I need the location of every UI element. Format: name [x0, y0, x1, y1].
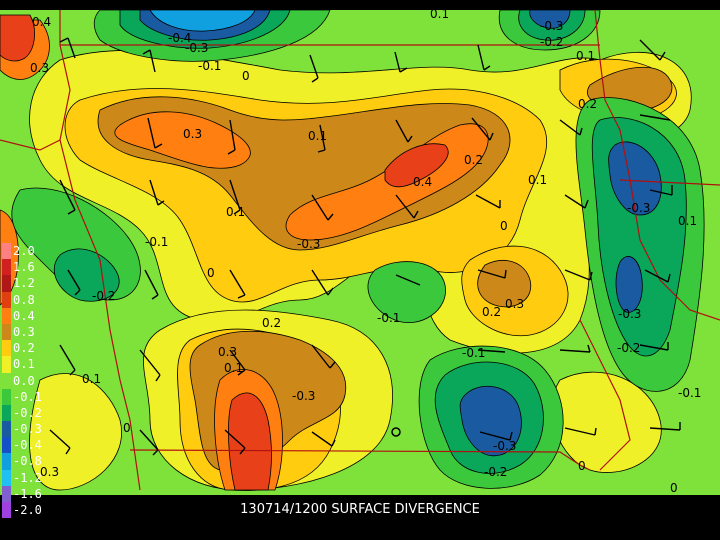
legend-swatch	[2, 388, 11, 405]
contour-label: -0.1	[198, 59, 221, 73]
legend-swatch	[2, 356, 11, 373]
color-scale-legend: 2.0 1.6 1.2 0.8 0.4 0.3 0.2 0.1 0.0 -0.1 -0.2 -0.3-…	[2, 243, 50, 519]
legend-label: -0.2	[13, 405, 42, 420]
contour-label: -0.1	[678, 386, 701, 400]
contour-label: 0.2	[578, 97, 597, 111]
contour-label: 0.4	[32, 15, 51, 29]
contour-label: 0.1	[678, 214, 697, 228]
legend-entry: -1.6	[2, 485, 50, 502]
contour-label: 0.1	[430, 7, 449, 21]
legend-swatch	[2, 307, 11, 324]
contour-label: -0.2	[92, 289, 115, 303]
contour-label: 0.2	[482, 305, 501, 319]
legend-label: 0.4	[13, 308, 35, 323]
contour-label: 0	[242, 69, 250, 83]
legend-label: -0.1	[13, 389, 42, 404]
contour-label: 0.2	[262, 316, 281, 330]
legend-label: 0.0	[13, 373, 35, 388]
legend-entry: -0.3	[2, 421, 50, 438]
contour-label: 0.4	[413, 175, 432, 189]
contour-label: 0	[670, 481, 678, 495]
legend-swatch	[2, 372, 11, 389]
legend-swatch	[2, 469, 11, 486]
contour-label: 0.1	[226, 205, 245, 219]
contour-label: 0	[123, 421, 131, 435]
contour-label: -0.3	[618, 307, 641, 321]
contour-label: -0.1	[462, 346, 485, 360]
legend-swatch	[2, 259, 11, 276]
contour-label: -0.3	[297, 237, 320, 251]
contour-label: -0.3	[627, 201, 650, 215]
legend-entry: 1.6	[2, 259, 50, 276]
legend-swatch	[2, 485, 11, 502]
contour-label: -0.1	[377, 311, 400, 325]
contour-label: 0.3	[30, 61, 49, 75]
legend-label: -1.6	[13, 486, 42, 501]
legend-entry: -0.8	[2, 453, 50, 470]
contour-label: -0.3	[185, 41, 208, 55]
legend-entry: 0.3	[2, 323, 50, 341]
divergence-map-view: 0.4 0.3 -0.4 -0.3 -0.1 0 0.1 -0.3 -0.2 0…	[0, 0, 720, 540]
legend-label: 0.1	[13, 357, 35, 372]
contour-label: 0	[500, 219, 508, 233]
legend-label: 1.2	[13, 276, 35, 291]
contour-label: -0.2	[540, 35, 563, 49]
legend-swatch	[2, 243, 11, 260]
contour-label: 0.1	[528, 173, 547, 187]
contour-label: 0	[578, 459, 586, 473]
legend-entry: -0.4	[2, 437, 50, 454]
legend-entry: -1.2	[2, 469, 50, 486]
legend-label: 0.8	[13, 292, 35, 307]
contour-label: 0.3	[505, 297, 524, 311]
legend-label: 0.2	[13, 341, 35, 356]
legend-entry: 0.4	[2, 307, 50, 324]
legend-swatch	[2, 404, 11, 422]
legend-entry: 0.8	[2, 291, 50, 308]
contour-label: 0	[207, 266, 215, 280]
contour-label: 0.1	[576, 49, 595, 63]
legend-swatch	[2, 437, 11, 454]
legend-entry: 2.0	[2, 243, 50, 260]
legend-entry: 1.2	[2, 275, 50, 292]
legend-entry: 0.0	[2, 372, 50, 389]
legend-entry: -0.1	[2, 388, 50, 405]
contour-label: -0.2	[617, 341, 640, 355]
contour-label: -0.2	[484, 465, 507, 479]
legend-swatch	[2, 421, 11, 438]
contour-label: 0.3	[218, 345, 237, 359]
legend-label: -0.4	[13, 438, 42, 453]
legend-label: -1.2	[13, 470, 42, 485]
contour-label: 0.1	[224, 361, 243, 375]
map-title: 130714/1200 SURFACE DIVERGENCE	[240, 502, 480, 517]
contour-label: -0.3	[292, 389, 315, 403]
contour-label: -0.3	[540, 19, 563, 33]
divergence-map: 0.4 0.3 -0.4 -0.3 -0.1 0 0.1 -0.3 -0.2 0…	[0, 7, 720, 495]
legend-swatch	[2, 275, 11, 292]
legend-label: 0.3	[13, 324, 35, 339]
contour-label: 0.1	[82, 372, 101, 386]
legend-label: -0.8	[13, 454, 42, 469]
legend-label: 2.0	[13, 244, 35, 258]
contour-label: 0.3	[183, 127, 202, 141]
legend-entry: -0.2	[2, 404, 50, 422]
legend-swatch	[2, 291, 11, 308]
legend-swatch	[2, 453, 11, 470]
contour-label: 0.1	[308, 129, 327, 143]
legend-label: -0.3	[13, 422, 42, 437]
legend-entry: 0.1	[2, 356, 50, 373]
contour-label: -0.1	[145, 235, 168, 249]
legend-swatch	[2, 323, 11, 341]
legend-swatch	[2, 340, 11, 357]
legend-label: 1.6	[13, 260, 35, 275]
contour-label: -0.3	[493, 439, 516, 453]
legend-entry: 0.2	[2, 340, 50, 357]
contour-label: 0.2	[464, 153, 483, 167]
